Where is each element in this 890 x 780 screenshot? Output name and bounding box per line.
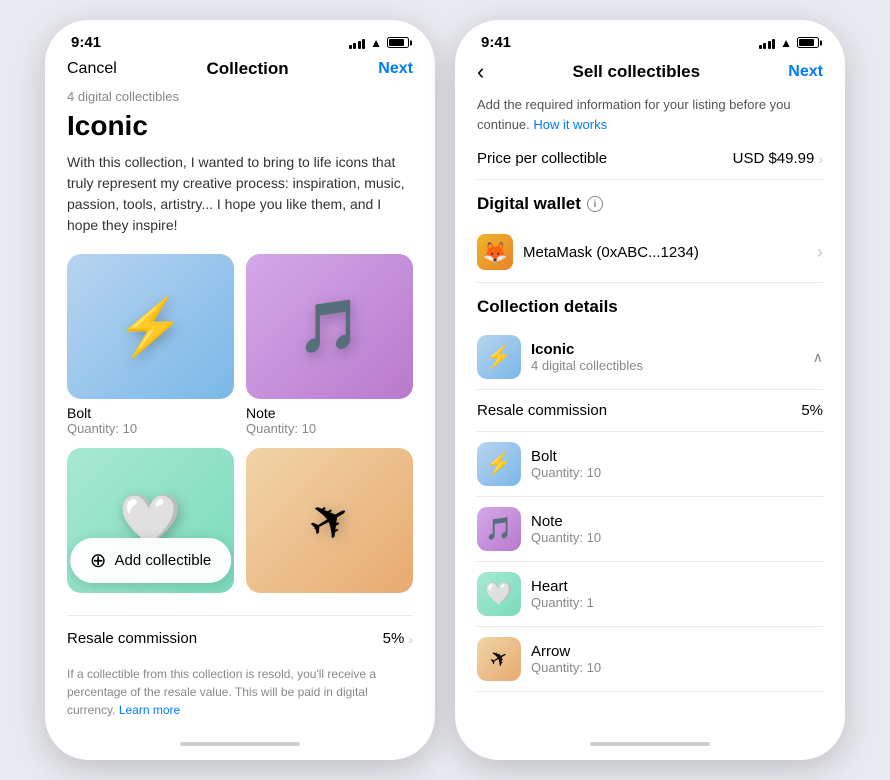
- wifi-icon-right: ▲: [780, 36, 792, 50]
- back-button[interactable]: ‹: [477, 59, 484, 85]
- home-indicator-left: [47, 730, 433, 758]
- wallet-chevron-icon: ›: [817, 242, 823, 263]
- metamask-icon: 🦊: [477, 234, 513, 270]
- collection-content: 4 digital collectibles Iconic With this …: [47, 89, 433, 730]
- resale-commission-row: Resale commission 5%: [477, 390, 823, 432]
- collection-info: Iconic 4 digital collectibles: [531, 341, 643, 373]
- list-item-arrow: ✈ Arrow Quantity: 10: [477, 627, 823, 692]
- collection-details-title: Collection details: [477, 297, 823, 317]
- status-bar-left: 9:41 ▲: [47, 22, 433, 55]
- home-indicator-right: [457, 730, 843, 758]
- nav-bar-right: ‹ Sell collectibles Next: [457, 55, 843, 95]
- nav-title-right: Sell collectibles: [573, 62, 701, 82]
- list-info-heart: Heart Quantity: 1: [531, 578, 594, 610]
- right-phone: 9:41 ▲ ‹ Sell collectibles Next: [455, 20, 845, 760]
- status-bar-right: 9:41 ▲: [457, 22, 843, 55]
- resale-commission-value: 5%: [801, 402, 823, 419]
- sell-subtitle: Add the required information for your li…: [477, 95, 823, 134]
- resale-pct: 5%: [383, 630, 405, 647]
- collectible-arrow[interactable]: ✈: [246, 448, 413, 599]
- collection-subtitle: 4 digital collectibles: [67, 89, 413, 104]
- battery-icon: [387, 37, 409, 48]
- wifi-icon: ▲: [370, 36, 382, 50]
- add-collectible-button[interactable]: ⊕ Add collectible: [70, 538, 232, 583]
- collection-title: Iconic: [67, 110, 413, 142]
- status-time-right: 9:41: [481, 34, 511, 51]
- metamask-emoji: 🦊: [483, 240, 508, 265]
- chevron-up-icon: ∧: [813, 349, 823, 366]
- resale-label: Resale commission: [67, 630, 197, 647]
- resale-description: If a collectible from this collection is…: [67, 661, 413, 719]
- status-icons-left: ▲: [349, 36, 409, 50]
- collectible-heart[interactable]: 🤍 ⊕ Add collectible: [67, 448, 234, 599]
- list-thumb-note: 🎵: [477, 507, 521, 551]
- battery-icon-right: [797, 37, 819, 48]
- collection-detail-left: ⚡ Iconic 4 digital collectibles: [477, 335, 643, 379]
- list-thumb-arrow: ✈: [477, 637, 521, 681]
- wallet-name: MetaMask (0xABC...1234): [523, 244, 699, 261]
- list-thumb-bolt: ⚡: [477, 442, 521, 486]
- signal-icon-right: [759, 37, 776, 49]
- cancel-button[interactable]: Cancel: [67, 60, 117, 78]
- status-icons-right: ▲: [759, 36, 819, 50]
- collectible-note-name: Note: [246, 405, 413, 421]
- resale-commission-label: Resale commission: [477, 402, 607, 419]
- learn-more-link[interactable]: Learn more: [119, 703, 180, 717]
- collectible-bolt-image: ⚡: [67, 254, 234, 399]
- next-button-left[interactable]: Next: [378, 60, 413, 78]
- how-it-works-link[interactable]: How it works: [533, 117, 607, 132]
- nav-title-left: Collection: [206, 59, 288, 79]
- list-item-heart: 🤍 Heart Quantity: 1: [477, 562, 823, 627]
- collection-description: With this collection, I wanted to bring …: [67, 152, 413, 236]
- price-label: Price per collectible: [477, 150, 607, 167]
- chevron-right-icon: ›: [408, 631, 413, 647]
- list-info-arrow: Arrow Quantity: 10: [531, 643, 601, 675]
- next-button-right[interactable]: Next: [788, 63, 823, 81]
- collectibles-grid: ⚡ Bolt Quantity: 10 🎵 Note Quantity: 10: [67, 254, 413, 599]
- collectible-arrow-image: ✈: [246, 448, 413, 593]
- left-phone: 9:41 ▲ Cancel Collection Next 4: [45, 20, 435, 760]
- sell-content: Add the required information for your li…: [457, 95, 843, 730]
- price-chevron-icon: ›: [818, 151, 823, 167]
- price-value: USD $49.99 ›: [733, 150, 823, 167]
- list-info-note: Note Quantity: 10: [531, 513, 601, 545]
- wallet-row[interactable]: 🦊 MetaMask (0xABC...1234) ›: [477, 222, 823, 283]
- list-info-bolt: Bolt Quantity: 10: [531, 448, 601, 480]
- list-item-note: 🎵 Note Quantity: 10: [477, 497, 823, 562]
- collectible-note-qty: Quantity: 10: [246, 421, 413, 436]
- wallet-left: 🦊 MetaMask (0xABC...1234): [477, 234, 699, 270]
- collectibles-list: ⚡ Bolt Quantity: 10 🎵 Note Quantity: 10: [477, 432, 823, 692]
- add-collectible-label: Add collectible: [115, 552, 212, 569]
- list-item-bolt: ⚡ Bolt Quantity: 10: [477, 432, 823, 497]
- resale-value: 5% ›: [383, 630, 413, 647]
- collectible-note[interactable]: 🎵 Note Quantity: 10: [246, 254, 413, 436]
- add-icon: ⊕: [90, 548, 107, 573]
- collectible-note-image: 🎵: [246, 254, 413, 399]
- collection-detail-row[interactable]: ⚡ Iconic 4 digital collectibles ∧: [477, 325, 823, 390]
- price-amount: USD $49.99: [733, 150, 815, 167]
- resale-row[interactable]: Resale commission 5% ›: [67, 615, 413, 661]
- home-bar-right: [590, 742, 710, 746]
- collectible-bolt-qty: Quantity: 10: [67, 421, 234, 436]
- price-row[interactable]: Price per collectible USD $49.99 ›: [477, 138, 823, 180]
- back-chevron-icon: ‹: [477, 59, 484, 85]
- info-icon[interactable]: i: [587, 196, 603, 212]
- collectible-heart-image: 🤍 ⊕ Add collectible: [67, 448, 234, 593]
- nav-bar-left: Cancel Collection Next: [47, 55, 433, 89]
- signal-icon: [349, 37, 366, 49]
- collection-thumb: ⚡: [477, 335, 521, 379]
- collectible-bolt[interactable]: ⚡ Bolt Quantity: 10: [67, 254, 234, 436]
- collection-detail-subtitle: 4 digital collectibles: [531, 358, 643, 373]
- collection-detail-name: Iconic: [531, 341, 643, 358]
- status-time-left: 9:41: [71, 34, 101, 51]
- wallet-section-title: Digital wallet i: [477, 194, 823, 214]
- collectible-bolt-name: Bolt: [67, 405, 234, 421]
- list-thumb-heart: 🤍: [477, 572, 521, 616]
- home-bar: [180, 742, 300, 746]
